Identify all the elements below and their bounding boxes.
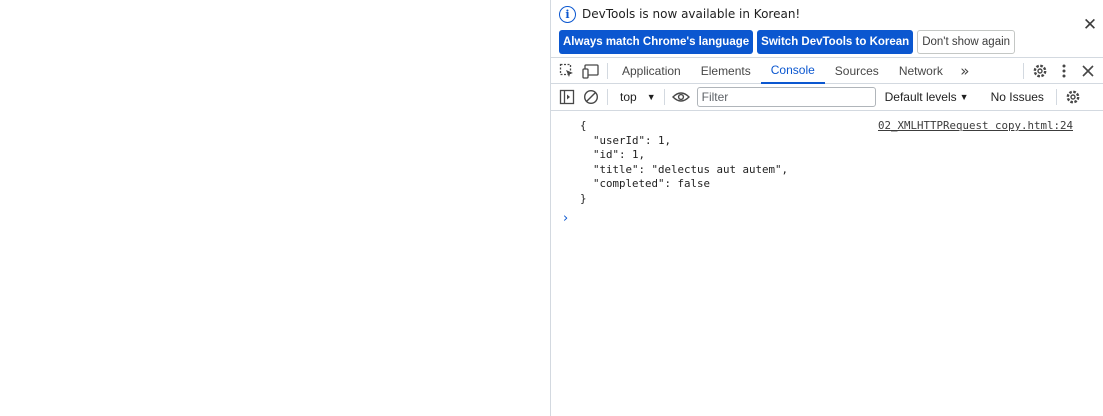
language-infobar: i DevTools is now available in Korean! ✕… xyxy=(551,0,1103,57)
tab-elements[interactable]: Elements xyxy=(691,58,761,84)
inspect-element-icon[interactable] xyxy=(555,59,579,83)
console-toolbar: top ▼ Default levels ▼ No Issues xyxy=(551,84,1103,111)
tabbar-separator-right xyxy=(1023,62,1024,79)
log-line: { xyxy=(580,119,587,132)
context-selector-value: top xyxy=(620,90,637,104)
tab-sources[interactable]: Sources xyxy=(825,58,889,84)
log-line: } xyxy=(580,192,587,205)
log-line: "title": "delectus aut autem", xyxy=(580,162,789,176)
clear-console-icon[interactable] xyxy=(579,85,603,109)
inspected-page-blank xyxy=(0,0,550,416)
tabbar-separator xyxy=(607,62,608,79)
log-levels-dropdown[interactable]: Default levels ▼ xyxy=(885,90,969,104)
more-tabs-chevron-icon[interactable]: » xyxy=(953,59,977,83)
dont-show-again-button[interactable]: Don't show again xyxy=(917,30,1016,54)
tab-application[interactable]: Application xyxy=(612,58,691,84)
console-toolbar-separator xyxy=(607,89,608,105)
infobar-message: DevTools is now available in Korean! xyxy=(582,7,801,21)
devtools-panel: i DevTools is now available in Korean! ✕… xyxy=(550,0,1103,416)
switch-to-korean-button[interactable]: Switch DevTools to Korean xyxy=(757,30,914,54)
console-settings-gear-icon[interactable] xyxy=(1061,85,1085,109)
info-icon: i xyxy=(559,5,576,23)
tabbar-right-tools xyxy=(1019,59,1103,83)
log-line: "userId": 1, xyxy=(580,133,672,147)
context-caret-icon: ▼ xyxy=(646,92,656,102)
issues-counter[interactable]: No Issues xyxy=(991,90,1044,104)
settings-gear-icon[interactable] xyxy=(1028,59,1052,83)
console-output: 02_XMLHTTPRequest copy.html:24 { "userId… xyxy=(551,112,1103,416)
filter-input[interactable] xyxy=(696,87,876,107)
always-match-language-button[interactable]: Always match Chrome's language xyxy=(559,30,754,54)
console-toolbar-separator-2 xyxy=(663,89,665,105)
console-prompt-chevron-icon[interactable]: › xyxy=(563,211,568,226)
tab-network[interactable]: Network xyxy=(889,58,953,84)
log-levels-label: Default levels xyxy=(884,90,957,104)
tab-console[interactable]: Console xyxy=(760,57,825,84)
console-toolbar-separator-3 xyxy=(1055,89,1057,105)
log-line: "id": 1, xyxy=(580,148,646,162)
source-location-link[interactable]: 02_XMLHTTPRequest copy.html:24 xyxy=(878,119,1073,132)
close-devtools-icon[interactable] xyxy=(1076,59,1100,83)
infobar-button-row: Always match Chrome's language Switch De… xyxy=(559,30,1016,54)
device-toolbar-icon[interactable] xyxy=(579,59,603,83)
devtools-tabbar: Application Elements Console Sources Net… xyxy=(551,57,1103,84)
infobar-message-row: i DevTools is now available in Korean! xyxy=(559,5,800,23)
log-levels-caret-icon: ▼ xyxy=(959,92,969,102)
context-selector[interactable]: top ▼ xyxy=(612,87,660,107)
log-line: "completed": false xyxy=(580,177,711,191)
close-infobar-button[interactable]: ✕ xyxy=(1082,17,1098,34)
live-expression-eye-icon[interactable] xyxy=(669,85,693,109)
kebab-menu-icon[interactable] xyxy=(1052,59,1076,83)
sidebar-toggle-icon[interactable] xyxy=(555,85,579,109)
